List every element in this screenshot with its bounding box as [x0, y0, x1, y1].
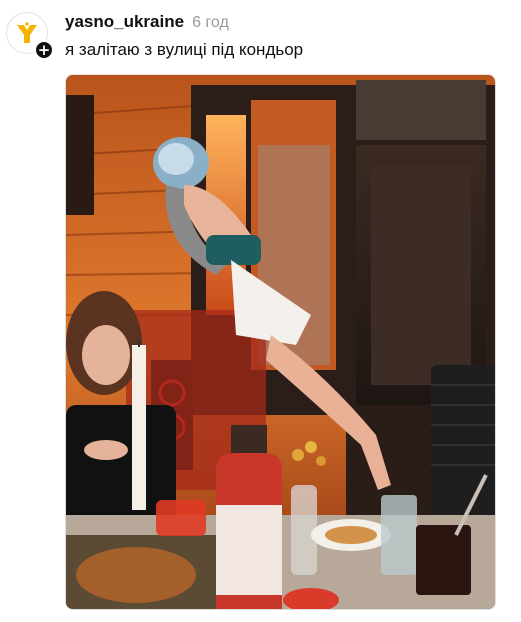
username[interactable]: yasno_ukraine — [65, 12, 184, 32]
post-media[interactable] — [65, 74, 496, 610]
thread-post: + yasno_ukraine 6 год я залітаю з вулиці… — [0, 0, 521, 622]
post-header: yasno_ukraine 6 год — [65, 12, 229, 32]
follow-button[interactable]: + — [34, 40, 54, 60]
media-image — [66, 75, 495, 609]
post-caption: я залітаю з вулиці під кондьор — [65, 40, 304, 59]
timestamp[interactable]: 6 год — [192, 14, 229, 32]
